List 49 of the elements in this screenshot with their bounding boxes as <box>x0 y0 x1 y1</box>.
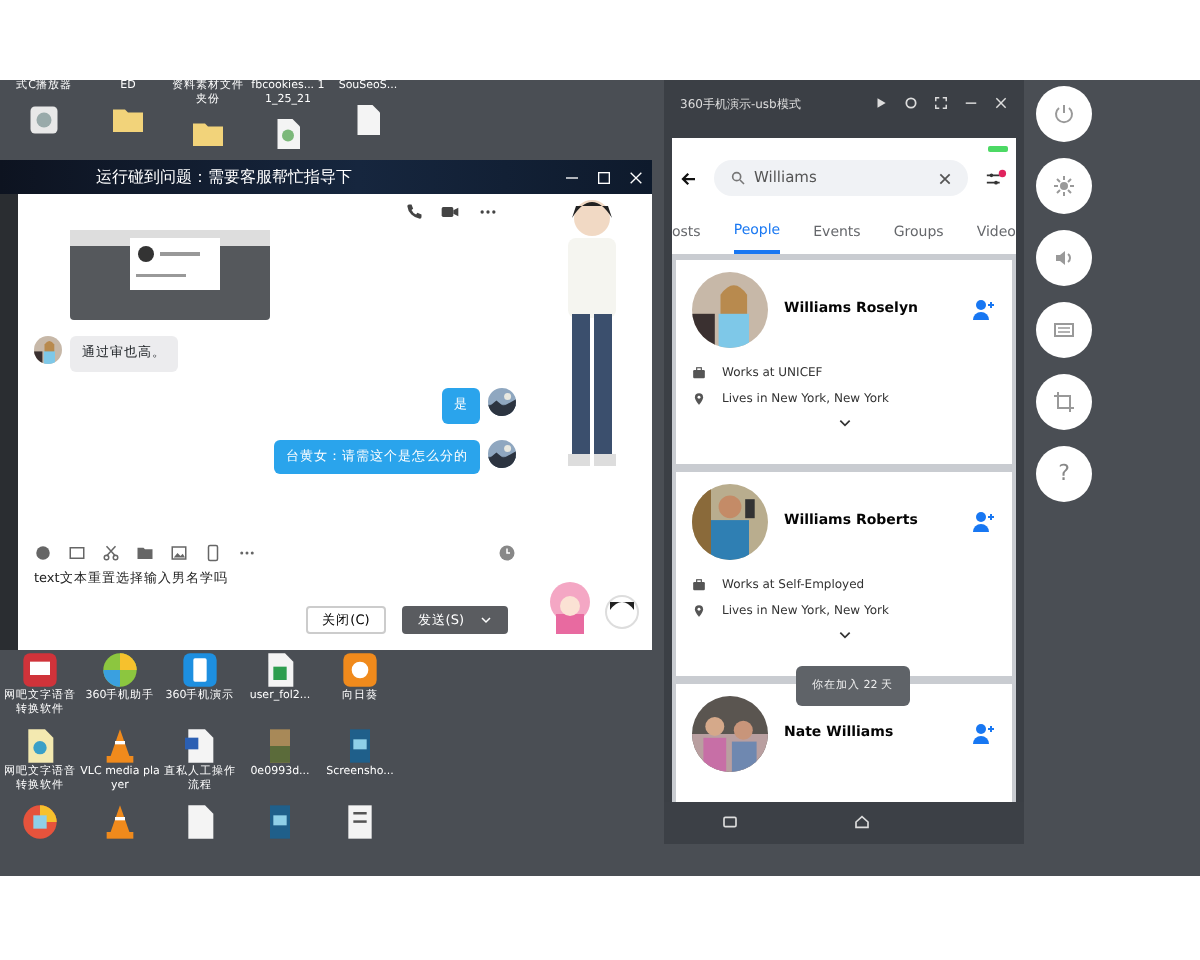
app-icon[interactable] <box>180 650 220 690</box>
brightness-icon <box>1052 174 1076 198</box>
battery-icon <box>988 146 1008 153</box>
window-title: 运行碰到问题：需要客服帮忙指导下 <box>96 165 354 189</box>
history-icon[interactable] <box>498 543 516 562</box>
briefcase-icon <box>692 577 706 592</box>
screenshot-drawing[interactable] <box>70 230 270 320</box>
filter-icon[interactable] <box>984 167 1008 190</box>
video-call-icon[interactable] <box>440 202 460 222</box>
app-icon[interactable] <box>20 801 60 841</box>
scissors-icon[interactable] <box>102 543 120 562</box>
location-icon <box>692 603 706 618</box>
image-icon[interactable] <box>68 543 86 562</box>
search-icon[interactable] <box>730 170 746 187</box>
briefcase-icon <box>692 365 706 380</box>
caret-icon[interactable] <box>480 613 492 626</box>
keyboard-button[interactable] <box>1036 302 1092 358</box>
volume-button[interactable] <box>1036 230 1092 286</box>
home-icon[interactable] <box>852 814 872 831</box>
crop-button[interactable] <box>1036 374 1092 430</box>
crop-icon <box>1052 390 1076 414</box>
app-icon[interactable] <box>26 101 62 138</box>
brightness-button[interactable] <box>1036 158 1092 214</box>
app-icon[interactable] <box>20 650 60 690</box>
minimize-icon[interactable] <box>964 96 978 110</box>
phone-icon[interactable] <box>204 543 222 562</box>
keyboard-icon <box>1052 318 1076 342</box>
add-friend-icon[interactable] <box>972 297 996 322</box>
play-icon[interactable] <box>874 96 888 110</box>
phone-icon[interactable] <box>404 202 424 222</box>
power-button[interactable] <box>1036 86 1092 142</box>
folder-icon[interactable] <box>136 543 154 562</box>
back-icon[interactable] <box>680 169 698 188</box>
volume-icon <box>1052 246 1076 270</box>
chevron-down-icon[interactable] <box>837 627 851 642</box>
location-icon <box>692 391 706 406</box>
power-icon <box>1052 102 1076 126</box>
close-icon[interactable] <box>994 96 1008 110</box>
add-friend-icon[interactable] <box>972 509 996 534</box>
picture-icon[interactable] <box>170 543 188 562</box>
maximize-icon[interactable] <box>596 169 612 185</box>
clear-icon[interactable] <box>938 171 952 186</box>
app-icon[interactable] <box>340 650 380 690</box>
chevron-down-icon[interactable] <box>837 415 851 430</box>
recents-icon[interactable] <box>720 814 740 831</box>
add-friend-icon[interactable] <box>972 721 996 746</box>
help-button[interactable]: ? <box>1036 446 1092 502</box>
pinwheel-icon[interactable] <box>100 650 140 690</box>
fullscreen-icon[interactable] <box>934 96 948 110</box>
